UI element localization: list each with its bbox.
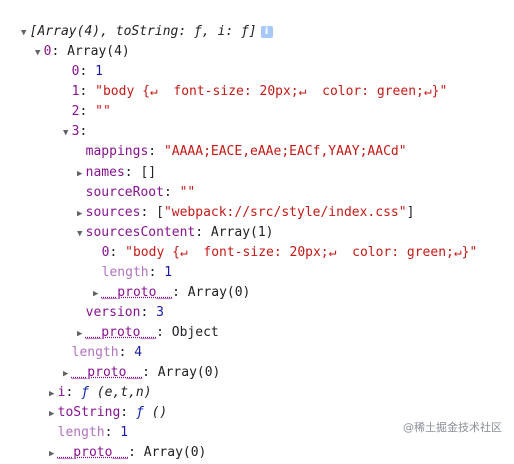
expanded-triangle-icon[interactable]: ▼ [74, 224, 86, 244]
version-row: version: 3 [85, 305, 164, 320]
sourcescontent-row[interactable]: ▼ sourcesContent: Array(1) [58, 203, 274, 240]
mappings-row: mappings: "AAAA;EACE,eAAe;EACf,YAAY;AACd… [85, 144, 407, 159]
names-row[interactable]: ▶ names: [] [58, 143, 156, 180]
sources-row[interactable]: ▶ sources: ["webpack://src/style/index.cs… [58, 183, 414, 220]
sourcescontent-0-row: 0: "body {↵ font-size: 20px;↵ color: gre… [101, 245, 486, 260]
item-0-0-row: 0: 1 [71, 64, 103, 79]
sourcescontent-proto-row[interactable]: ▶ __proto__: Array(0) [74, 263, 250, 300]
info-icon[interactable]: i [260, 25, 273, 38]
item-0-row[interactable]: ▼ 0: Array(4) [16, 22, 130, 59]
item3-proto-row[interactable]: ▶ __proto__: Object [58, 303, 219, 340]
sourcescontent-length-row: length: 1 [101, 265, 173, 280]
collapsed-triangle-icon[interactable]: ▶ [46, 444, 58, 464]
root-length-row: length: 1 [57, 425, 129, 440]
i-function-row[interactable]: ▶ i: ƒ (e,t,n) [30, 363, 152, 400]
expanded-triangle-icon[interactable]: ▼ [32, 43, 44, 63]
item0-length-row: length: 4 [71, 345, 143, 360]
item-0-1-row: 1: "body {↵ font-size: 20px;↵ color: gre… [71, 84, 456, 99]
item-0-3-row[interactable]: ▼ 3: [44, 102, 87, 139]
tostring-function-row[interactable]: ▶ toString: ƒ () [30, 383, 167, 420]
item-0-2-row: 2: "" [71, 104, 111, 119]
watermark: @稀土掘金技术社区 [403, 421, 502, 434]
root-proto-row[interactable]: ▶ __proto__: Array(0) [30, 423, 206, 460]
root-array-row[interactable]: ▼ [Array(4), toString: ƒ, i: ƒ] i [2, 2, 273, 39]
sourceroot-row: sourceRoot: "" [85, 185, 196, 200]
item0-proto-row[interactable]: ▶ __proto__: Array(0) [44, 343, 220, 380]
